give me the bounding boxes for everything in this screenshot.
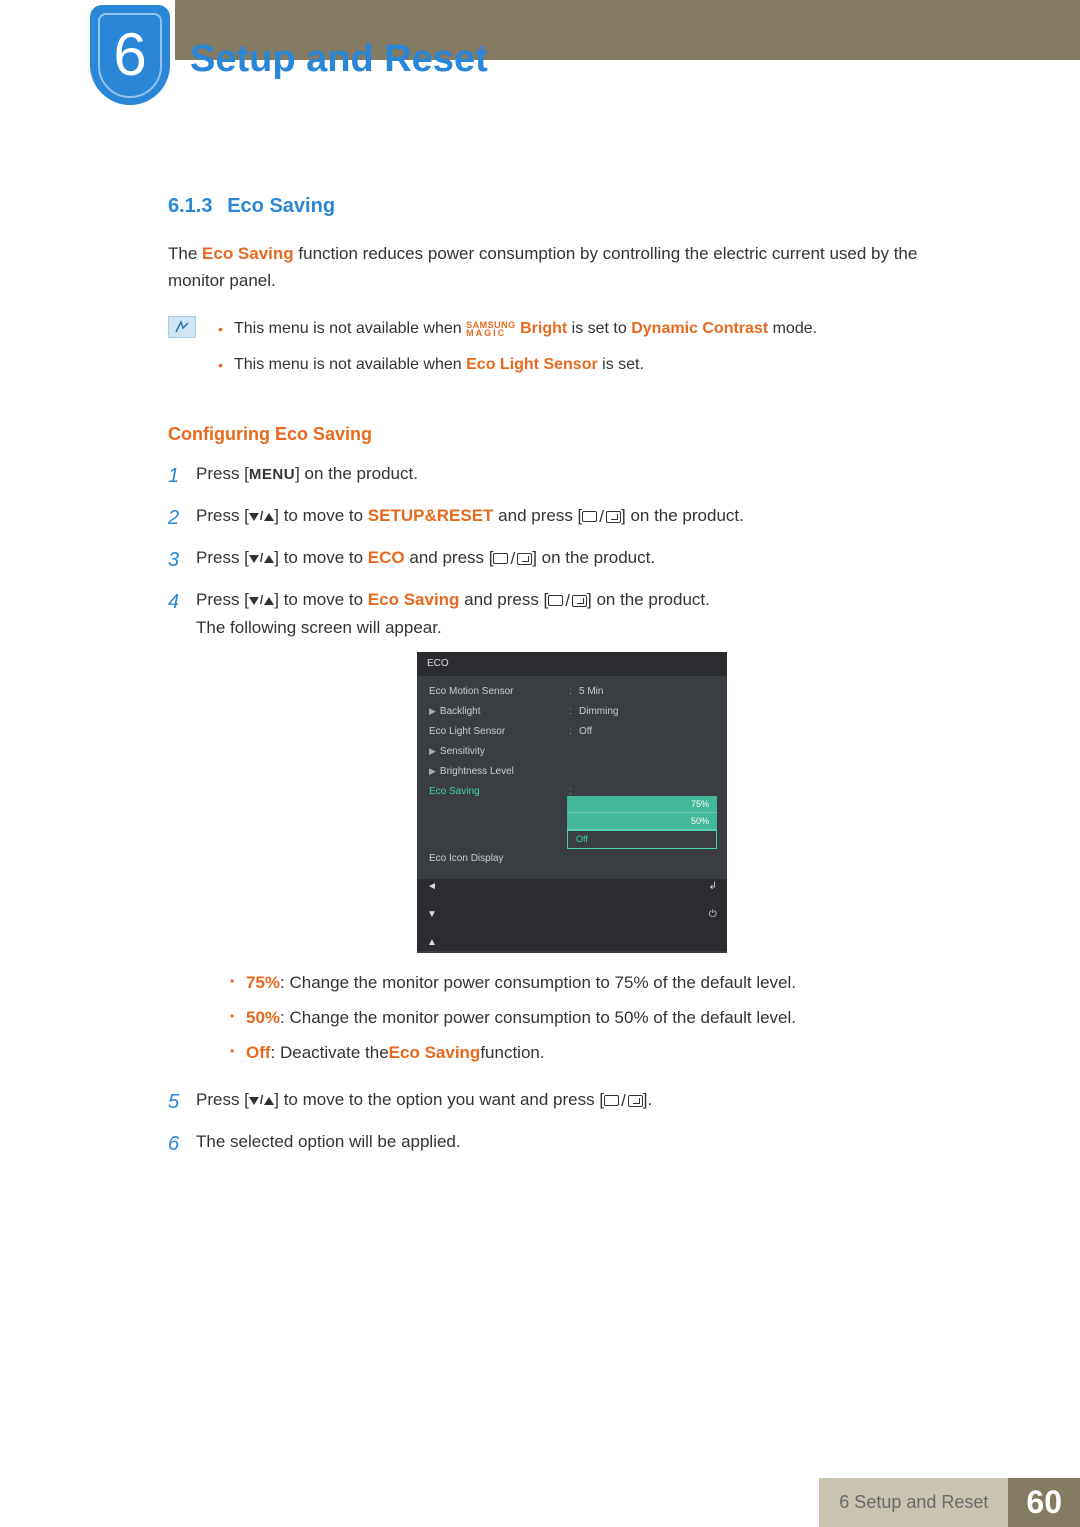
note-block: This menu is not available when SAMSUNGM…: [168, 316, 948, 387]
section-number: 6.1.3: [168, 195, 212, 217]
select-enter-key-icon: /: [604, 1087, 643, 1114]
osd-menu-screenshot: ECO Eco Motion Sensor:5 Min ▶Backlight:D…: [417, 652, 727, 953]
note-list: This menu is not available when SAMSUNGM…: [214, 316, 817, 387]
intro-paragraph: The Eco Saving function reduces power co…: [168, 240, 948, 294]
option-desc: Off: Deactivate the Eco Saving function.: [224, 1039, 948, 1066]
select-enter-key-icon: /: [493, 545, 532, 572]
page-content: 6.1.3 Eco Saving The Eco Saving function…: [168, 190, 948, 1170]
section-heading: 6.1.3 Eco Saving: [168, 190, 948, 222]
osd-popup: 75% 50% Off: [567, 796, 717, 849]
step: 4 Press [/] to move to Eco Saving and pr…: [168, 586, 948, 1076]
osd-row: Eco Motion Sensor:5 Min: [417, 682, 727, 702]
note-item: This menu is not available when SAMSUNGM…: [214, 316, 817, 342]
step: 1 Press [MENU] on the product.: [168, 460, 948, 492]
note-item: This menu is not available when Eco Ligh…: [214, 352, 817, 378]
osd-back-icon: ◄: [427, 882, 437, 892]
step-number: 2: [168, 502, 196, 534]
osd-row: Eco Light Sensor:Off: [417, 722, 727, 742]
option-desc: 50%: Change the monitor power consumptio…: [224, 1004, 948, 1031]
term-eco-saving: Eco Saving: [202, 244, 294, 263]
footer-label: 6 Setup and Reset: [819, 1478, 1008, 1527]
chapter-badge: 6: [90, 5, 170, 105]
osd-row: ▶Brightness Level: [417, 762, 727, 782]
option-descriptions: 75%: Change the monitor power consumptio…: [224, 969, 948, 1067]
osd-option-selected: Off: [567, 830, 717, 848]
step: 2 Press [/] to move to SETUP&RESET and p…: [168, 502, 948, 534]
up-down-key-icon: /: [249, 549, 274, 568]
option-desc: 75%: Change the monitor power consumptio…: [224, 969, 948, 996]
osd-row: ▶Sensitivity: [417, 742, 727, 762]
chapter-title: Setup and Reset: [190, 38, 488, 81]
up-down-key-icon: /: [249, 1091, 274, 1110]
select-enter-key-icon: /: [582, 503, 621, 530]
osd-down-icon: ▼: [427, 910, 437, 920]
note-icon: [168, 316, 196, 338]
step-number: 1: [168, 460, 196, 492]
up-down-key-icon: /: [249, 507, 274, 526]
step: 6 The selected option will be applied.: [168, 1128, 948, 1160]
select-enter-key-icon: /: [548, 587, 587, 614]
menu-key: MENU: [249, 466, 295, 483]
subheading: Configuring Eco Saving: [168, 420, 948, 449]
step-number: 3: [168, 544, 196, 576]
step: 3 Press [/] to move to ECO and press [/]…: [168, 544, 948, 576]
step-number: 5: [168, 1086, 196, 1118]
osd-enter-icon: ↲: [709, 882, 717, 892]
osd-footer: ◄ ▼ ▲ ↲ ⏻: [417, 879, 727, 951]
osd-row: Eco Icon Display: [417, 849, 727, 869]
step-number: 4: [168, 586, 196, 1076]
step: 5 Press [/] to move to the option you wa…: [168, 1086, 948, 1118]
osd-power-icon: ⏻: [709, 910, 717, 920]
footer-page-number: 60: [1008, 1478, 1080, 1527]
steps-list: 1 Press [MENU] on the product. 2 Press […: [168, 460, 948, 1160]
section-title: Eco Saving: [227, 195, 335, 217]
step-number: 6: [168, 1128, 196, 1160]
page-footer: 6 Setup and Reset 60: [819, 1478, 1080, 1527]
osd-option: 75%: [567, 796, 717, 813]
chapter-number: 6: [113, 25, 146, 85]
samsung-magic-logo: SAMSUNGMAGIC: [466, 321, 516, 337]
osd-option: 50%: [567, 813, 717, 830]
osd-up-icon: ▲: [427, 938, 437, 948]
osd-title: ECO: [417, 652, 727, 676]
up-down-key-icon: /: [249, 591, 274, 610]
osd-row: ▶Backlight:Dimming: [417, 702, 727, 722]
